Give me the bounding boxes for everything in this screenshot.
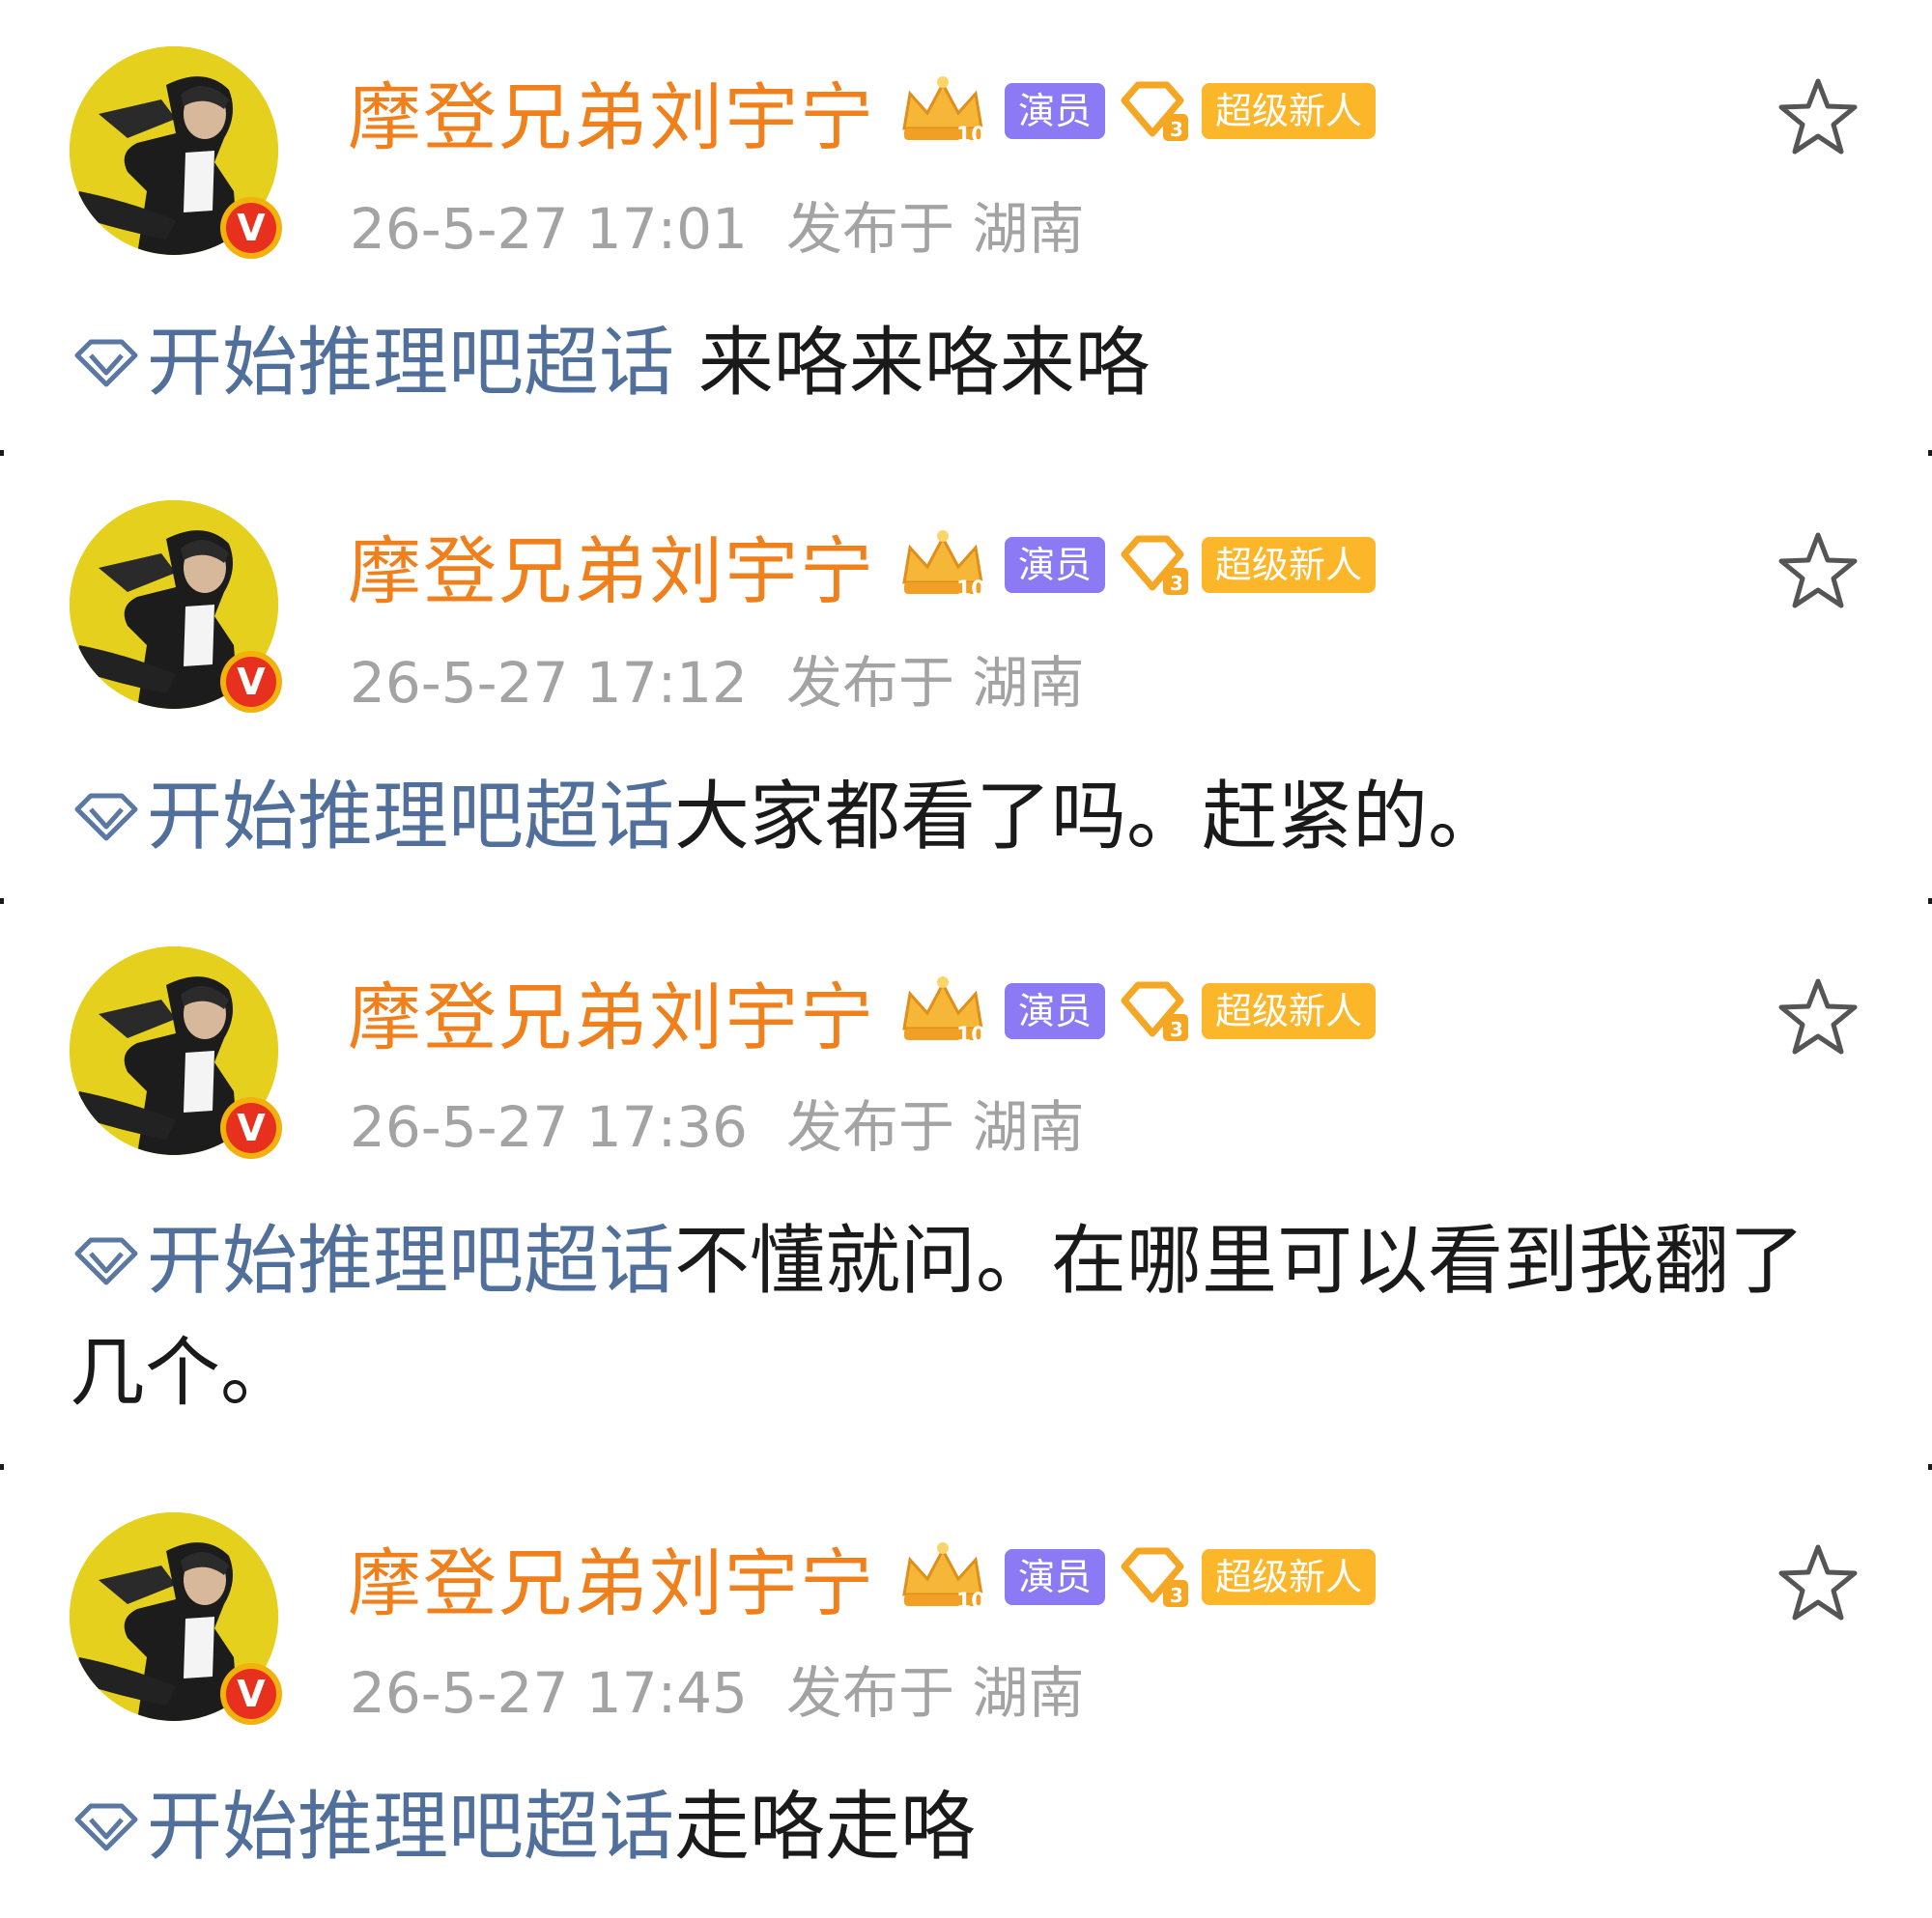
crown-level-number: 10 [956,124,986,148]
crown-level-icon[interactable]: 10 [896,973,989,1050]
post-text: 大家都看了吗。赶紧的。 [674,774,1504,860]
topic-name: 开始推理吧超话 [147,774,675,860]
post-location: 发布于 湖南 [785,1094,1085,1160]
post-header: 摩登兄弟刘宇宁 10 演员 3 超级新人 [348,522,1377,614]
weibo-post: V 摩登兄弟刘宇宁 10 演员 3 超级新人 26-5-27 17:45 发布于 … [0,1470,1932,1918]
weibo-post: V 摩登兄弟刘宇宁 10 演员 3 超级新人 26-5-27 17:36 发布于 … [0,904,1932,1464]
role-badge[interactable]: 演员 [1005,1549,1106,1605]
post-content: 开始推理吧超话 来咯来咯来咯 [70,307,1886,419]
verified-v-icon: V [220,651,282,713]
post-header: 摩登兄弟刘宇宁 10 演员 3 超级新人 [348,68,1377,160]
super-topic-diamond-icon [74,1237,138,1285]
level-tag[interactable]: 超级新人 [1202,83,1377,139]
star-outline-icon[interactable] [1776,529,1861,614]
post-timestamp: 26-5-27 17:01 [350,196,748,262]
super-topic-diamond-icon [74,1803,138,1851]
post-content: 开始推理吧超话走咯走咯 [70,1771,1886,1883]
star-outline-icon[interactable] [1776,975,1861,1060]
star-outline-icon[interactable] [1776,1541,1861,1626]
verified-v-icon: V [220,197,282,259]
diamond-fan-icon[interactable]: 3 [1119,531,1192,599]
weibo-post: V 摩登兄弟刘宇宁 10 演员 3 超级新人 26-5-27 17:12 发布于 … [0,456,1932,898]
diamond-level-number: 3 [1170,1584,1183,1607]
post-location: 发布于 湖南 [785,1660,1085,1726]
avatar[interactable]: V [70,46,282,259]
post-meta: 26-5-27 17:36 发布于 湖南 [350,1082,1084,1163]
post-content: 开始推理吧超话大家都看了吗。赶紧的。 [70,761,1886,873]
post-content: 开始推理吧超话不懂就问。在哪里可以看到我翻了几个。 [70,1205,1808,1429]
crown-level-number: 10 [956,1024,986,1048]
star-outline-icon[interactable] [1776,75,1861,160]
post-meta: 26-5-27 17:12 发布于 湖南 [350,637,1084,719]
topic-name: 开始推理吧超话 [147,1784,675,1871]
role-badge[interactable]: 演员 [1005,983,1106,1039]
diamond-level-number: 3 [1170,572,1183,595]
post-text: 来咯来咯来咯 [674,320,1151,407]
post-location: 发布于 湖南 [785,650,1085,716]
level-tag[interactable]: 超级新人 [1202,537,1377,593]
crown-level-icon[interactable]: 10 [896,1538,989,1616]
diamond-fan-icon[interactable]: 3 [1119,1543,1192,1611]
diamond-fan-icon[interactable]: 3 [1119,77,1192,145]
crown-level-number: 10 [956,1590,986,1614]
verified-v-icon: V [220,1663,282,1725]
avatar[interactable]: V [70,946,282,1159]
topic-name: 开始推理吧超话 [147,320,675,407]
post-location: 发布于 湖南 [785,196,1085,262]
weibo-post: V 摩登兄弟刘宇宁 10 演员 3 超级新人 26-5-27 17:01 发布于 … [0,0,1932,450]
post-header: 摩登兄弟刘宇宁 10 演员 3 超级新人 [348,1534,1377,1626]
super-topic-link[interactable]: 开始推理吧超话 [70,774,674,860]
username[interactable]: 摩登兄弟刘宇宁 [348,58,875,164]
post-meta: 26-5-27 17:01 发布于 湖南 [350,183,1084,265]
post-timestamp: 26-5-27 17:12 [350,650,748,716]
post-meta: 26-5-27 17:45 发布于 湖南 [350,1648,1084,1729]
avatar[interactable]: V [70,1512,282,1725]
post-text: 走咯走咯 [674,1784,977,1871]
diamond-level-number: 3 [1170,118,1183,141]
crown-level-number: 10 [956,578,986,602]
avatar[interactable]: V [70,500,282,713]
username[interactable]: 摩登兄弟刘宇宁 [348,1524,875,1630]
post-timestamp: 26-5-27 17:45 [350,1660,748,1726]
level-tag[interactable]: 超级新人 [1202,1549,1377,1605]
super-topic-link[interactable]: 开始推理吧超话 [70,1218,674,1305]
diamond-fan-icon[interactable]: 3 [1119,977,1192,1045]
super-topic-diamond-icon [74,339,138,387]
post-timestamp: 26-5-27 17:36 [350,1094,748,1160]
role-badge[interactable]: 演员 [1005,83,1106,139]
diamond-level-number: 3 [1170,1018,1183,1041]
username[interactable]: 摩登兄弟刘宇宁 [348,958,875,1064]
super-topic-link[interactable]: 开始推理吧超话 [70,320,674,407]
topic-name: 开始推理吧超话 [147,1218,675,1305]
super-topic-diamond-icon [74,793,138,841]
username[interactable]: 摩登兄弟刘宇宁 [348,512,875,618]
verified-v-icon: V [220,1097,282,1159]
super-topic-link[interactable]: 开始推理吧超话 [70,1784,674,1871]
role-badge[interactable]: 演员 [1005,537,1106,593]
crown-level-icon[interactable]: 10 [896,72,989,150]
crown-level-icon[interactable]: 10 [896,526,989,604]
level-tag[interactable]: 超级新人 [1202,983,1377,1039]
post-header: 摩登兄弟刘宇宁 10 演员 3 超级新人 [348,968,1377,1060]
